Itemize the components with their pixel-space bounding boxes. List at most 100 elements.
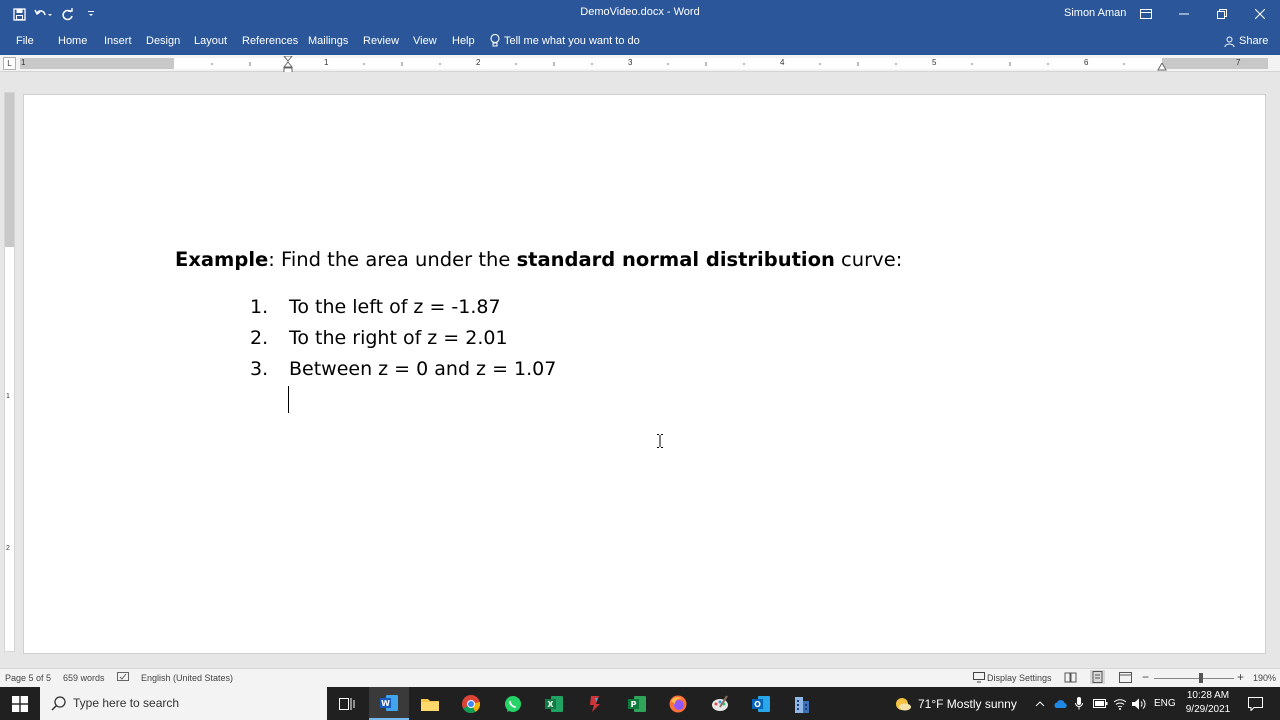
share-button[interactable]: Share [1224, 35, 1268, 47]
person-icon [1224, 36, 1235, 47]
word-icon: W [380, 694, 398, 711]
tab-insert[interactable]: Insert [104, 35, 132, 47]
page-count[interactable]: Page 5 of 5 [5, 673, 51, 683]
vertical-ruler[interactable]: 1 2 [4, 92, 15, 652]
tab-file[interactable]: File [16, 35, 34, 47]
taskbar-building-app[interactable] [782, 687, 822, 720]
restore-button[interactable] [1203, 0, 1241, 28]
building-icon [795, 696, 809, 713]
notification-icon [1247, 696, 1263, 711]
restore-icon [1217, 9, 1227, 19]
language-status[interactable]: English (United States) [141, 673, 233, 683]
weather-widget[interactable]: 71°F Mostly sunny [894, 687, 1017, 720]
ibeam-cursor-icon [657, 434, 663, 448]
onedrive-tray[interactable] [1050, 687, 1070, 720]
display-settings-icon [973, 672, 985, 683]
taskbar-project[interactable]: P [617, 687, 657, 720]
taskbar-paint-app[interactable] [700, 687, 740, 720]
microphone-tray[interactable] [1069, 687, 1089, 720]
list-text: To the left of z = -1.87 [289, 296, 501, 318]
close-icon [1255, 9, 1265, 19]
proofing-icon[interactable] [117, 672, 129, 683]
taskbar-app-red[interactable] [575, 687, 615, 720]
close-button[interactable] [1241, 0, 1279, 28]
list-number: 2. [250, 327, 269, 349]
folder-icon [421, 698, 439, 711]
speaker-icon [1132, 698, 1146, 709]
taskbar-chrome[interactable] [451, 687, 491, 720]
horizontal-ruler-row: L 1 1 2 3 4 5 6 7 [0, 55, 1280, 72]
wifi-tray[interactable] [1110, 687, 1130, 720]
zoom-in-button[interactable]: + [1237, 670, 1244, 684]
task-view-button[interactable] [327, 687, 367, 720]
cloud-icon [1054, 699, 1067, 708]
ribbon-options-icon [1140, 9, 1152, 19]
svg-text:X: X [547, 700, 554, 709]
clock-date: 9/29/2021 [1185, 704, 1231, 715]
list-text: To the right of z = 2.01 [289, 327, 508, 349]
clock-time: 10:28 AM [1186, 690, 1230, 701]
taskbar-firefox[interactable] [658, 687, 698, 720]
zoom-slider-thumb[interactable] [1199, 673, 1204, 683]
notifications-button[interactable] [1240, 687, 1270, 720]
show-hidden-icons-button[interactable] [1030, 687, 1050, 720]
heading-text-1: : Find the area under the [268, 248, 517, 271]
tab-references[interactable]: References [242, 35, 298, 47]
tab-review[interactable]: Review [363, 35, 399, 47]
heading-text-2: curve: [834, 248, 903, 271]
print-layout-icon[interactable] [1090, 670, 1105, 684]
excel-icon: X [545, 695, 563, 712]
zoom-out-button[interactable]: − [1142, 670, 1149, 684]
tab-design[interactable]: Design [146, 35, 180, 47]
word-count[interactable]: 659 words [63, 673, 105, 683]
volume-tray[interactable] [1129, 687, 1149, 720]
list-text: Between z = 0 and z = 1.07 [289, 358, 557, 380]
minimize-button[interactable] [1165, 0, 1203, 28]
read-mode-icon[interactable] [1064, 672, 1077, 683]
status-bar: Page 5 of 5 659 words English (United St… [0, 668, 1280, 687]
tab-home[interactable]: Home [58, 35, 87, 47]
web-layout-icon[interactable] [1119, 672, 1132, 683]
start-button[interactable] [0, 687, 40, 720]
minimize-icon [1179, 13, 1189, 15]
user-name[interactable]: Simon Aman [1064, 7, 1126, 19]
vertical-ruler-number: 1 [6, 393, 10, 400]
chevron-up-icon [1035, 700, 1045, 706]
taskbar-word-app[interactable]: W [369, 687, 409, 720]
right-indent-marker[interactable] [1157, 63, 1167, 71]
chrome-icon [462, 694, 480, 713]
lightbulb-icon [490, 34, 500, 47]
taskbar-clock[interactable]: 10:28 AM 9/29/2021 [1180, 689, 1236, 717]
tab-view[interactable]: View [413, 35, 437, 47]
tab-mailings[interactable]: Mailings [308, 35, 348, 47]
search-icon [51, 696, 66, 711]
input-language[interactable]: ENG [1154, 698, 1176, 709]
taskbar-excel[interactable]: X [534, 687, 574, 720]
battery-tray[interactable] [1090, 687, 1110, 720]
ruler-ticks [211, 62, 1125, 66]
tab-selector-button[interactable]: L [3, 57, 16, 70]
horizontal-ruler[interactable]: 1 1 2 3 4 5 6 7 [20, 58, 1268, 69]
windows-icon [12, 695, 28, 712]
sun-cloud-icon [896, 697, 911, 710]
document-heading[interactable]: Example: Find the area under the standar… [175, 248, 902, 271]
tell-me-label: Tell me what you want to do [504, 34, 640, 47]
ribbon-display-options-button[interactable] [1127, 0, 1165, 28]
display-settings-button[interactable]: Display Settings [987, 673, 1052, 683]
document-page[interactable] [23, 94, 1266, 654]
wifi-icon [1113, 698, 1127, 710]
text-cursor [288, 386, 289, 413]
heading-bold-example: Example [175, 248, 269, 271]
taskbar: Type here to search W X P O 71°F Mostly … [0, 687, 1280, 720]
whatsapp-icon [505, 695, 521, 712]
app-icon [590, 695, 600, 712]
taskbar-file-explorer[interactable] [410, 687, 450, 720]
tell-me-search[interactable]: Tell me what you want to do [490, 34, 640, 47]
taskbar-search-box[interactable]: Type here to search [40, 687, 327, 720]
zoom-level[interactable]: 190% [1253, 673, 1276, 683]
taskbar-outlook[interactable]: O [741, 687, 781, 720]
tab-help[interactable]: Help [452, 35, 475, 47]
taskbar-whatsapp[interactable] [493, 687, 533, 720]
tab-layout[interactable]: Layout [194, 35, 227, 47]
zoom-slider[interactable] [1154, 678, 1234, 679]
